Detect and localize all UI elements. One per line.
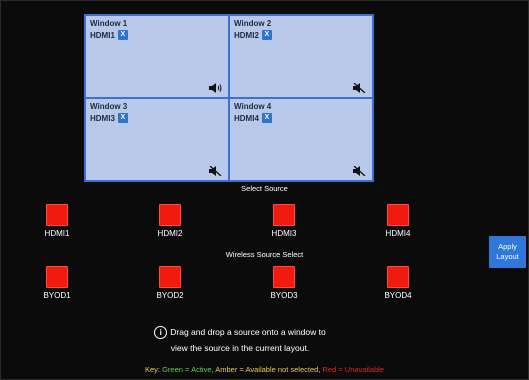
layout-preview: Window 1 HDMI1 X Window 2 HDMI2 X Window… [84,14,374,182]
window-source-label: HDMI4 [234,113,259,123]
window-title: Window 2 [234,19,272,28]
key-prefix: Key: [145,365,163,374]
source-hdmi2[interactable]: HDMI2 [140,204,200,238]
source-status-tile[interactable] [387,266,409,288]
window-1[interactable]: Window 1 HDMI1 X [86,16,228,97]
source-byod3[interactable]: BYOD3 [254,266,314,300]
source-status-tile[interactable] [273,266,295,288]
source-label: HDMI3 [271,229,297,238]
apply-layout-button[interactable]: Apply Layout [489,236,526,268]
source-status-tile[interactable] [387,204,409,226]
info-line-1: Drag and drop a source onto a window to [170,327,326,337]
wireless-source-title: Wireless Source Select [225,250,304,259]
source-hdmi1[interactable]: HDMI1 [27,204,87,238]
select-source-title: Select Source [241,184,288,193]
key-red: Red = Unavailable [320,365,384,374]
source-byod1[interactable]: BYOD1 [27,266,87,300]
remove-source-button[interactable]: X [117,30,128,40]
speaker-muted-icon[interactable] [209,166,223,176]
window-3[interactable]: Window 3 HDMI3 X [86,99,228,180]
source-label: BYOD1 [43,291,71,300]
source-hdmi3[interactable]: HDMI3 [254,204,314,238]
source-label: BYOD3 [270,291,298,300]
source-label: HDMI4 [385,229,411,238]
source-status-tile[interactable] [46,204,68,226]
info-icon: i [154,326,168,340]
source-label: BYOD4 [384,291,412,300]
source-status-tile[interactable] [46,266,68,288]
source-label: HDMI1 [44,229,70,238]
window-source-label: HDMI1 [90,30,115,40]
remove-source-button[interactable]: X [261,30,272,40]
window-2[interactable]: Window 2 HDMI2 X [230,16,372,97]
source-status-tile[interactable] [273,204,295,226]
speaker-muted-icon[interactable] [353,83,367,93]
window-source-label: HDMI2 [234,30,259,40]
remove-source-button[interactable]: X [117,113,128,123]
key-green: Green = Active, [162,365,214,374]
remove-source-button[interactable]: X [261,113,272,123]
window-title: Window 3 [90,102,128,111]
speaker-on-icon[interactable] [209,83,223,93]
status-key: Key: Green = Active, Amber = Available n… [0,365,529,374]
source-byod2[interactable]: BYOD2 [140,266,200,300]
source-byod4[interactable]: BYOD4 [368,266,428,300]
source-label: HDMI2 [157,229,183,238]
info-message: i Drag and drop a source onto a window to… [120,324,360,356]
window-title: Window 1 [90,19,128,28]
source-status-tile[interactable] [159,266,181,288]
source-status-tile[interactable] [159,204,181,226]
window-source-label: HDMI3 [90,113,115,123]
source-hdmi4[interactable]: HDMI4 [368,204,428,238]
window-title: Window 4 [234,102,272,111]
speaker-muted-icon[interactable] [353,166,367,176]
window-4[interactable]: Window 4 HDMI4 X [230,99,372,180]
info-line-2: view the source in the current layout. [170,343,310,353]
source-label: BYOD2 [156,291,184,300]
key-amber: Amber = Available not selected, [213,365,321,374]
